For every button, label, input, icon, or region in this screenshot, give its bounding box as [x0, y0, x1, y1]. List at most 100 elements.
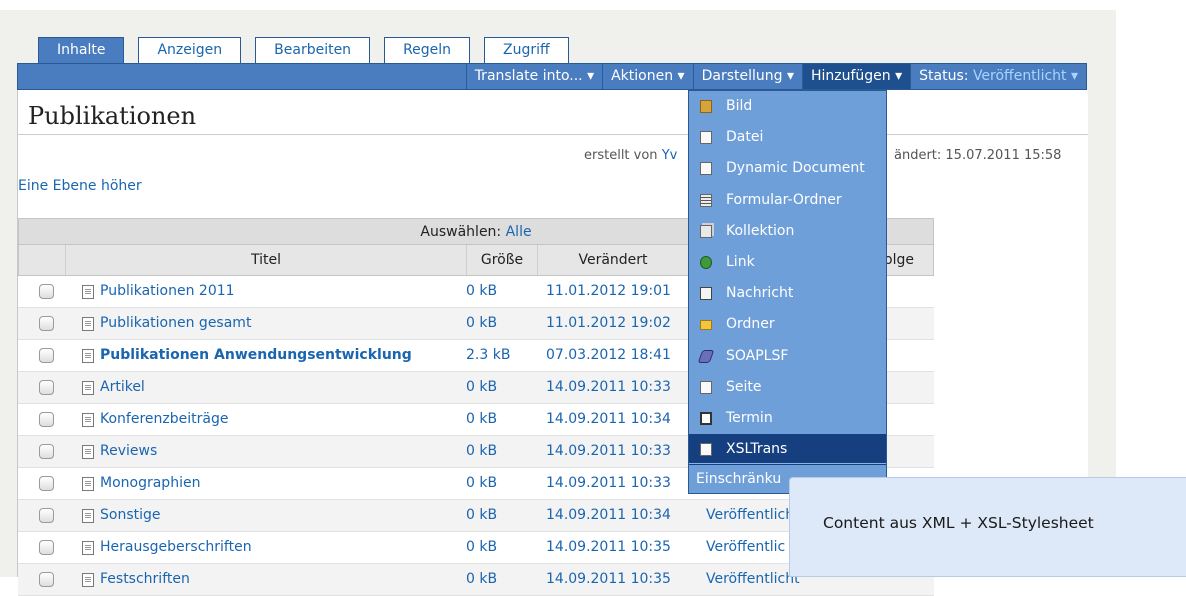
- row-checkbox[interactable]: [39, 284, 54, 299]
- author-link[interactable]: Yv: [662, 148, 678, 163]
- row-size-link[interactable]: 0 kB: [466, 283, 497, 299]
- row-title-link[interactable]: Publikationen 2011: [100, 283, 235, 299]
- document-icon: [82, 573, 94, 587]
- row-size-link[interactable]: 0 kB: [466, 475, 497, 491]
- header-title[interactable]: Titel: [66, 245, 467, 275]
- row-title-link[interactable]: Publikationen gesamt: [100, 315, 251, 331]
- dropdown-item-dynamic-document[interactable]: Dynamic Document: [689, 153, 886, 184]
- row-title-cell: Publikationen Anwendungsentwicklung: [100, 340, 460, 371]
- hinzufuegen-menu[interactable]: Hinzufügen ▾: [801, 64, 911, 89]
- row-date-link[interactable]: 14.09.2011 10:33: [546, 475, 671, 491]
- row-date: 07.03.2012 18:41: [546, 340, 696, 371]
- row-date-link[interactable]: 14.09.2011 10:35: [546, 539, 671, 555]
- tab-anzeigen[interactable]: Anzeigen: [138, 37, 242, 63]
- tab-zugriff[interactable]: Zugriff: [484, 37, 569, 63]
- row-checkbox[interactable]: [39, 540, 54, 555]
- row-size-link[interactable]: 0 kB: [466, 507, 497, 523]
- dropdown-item-label: Formular-Ordner: [726, 191, 842, 208]
- row-date-link[interactable]: 14.09.2011 10:33: [546, 379, 671, 395]
- row-date-link[interactable]: 11.01.2012 19:01: [546, 283, 671, 299]
- content-action-bar: Translate into... ▾ Aktionen ▾ Darstellu…: [17, 63, 1087, 90]
- row-date-link[interactable]: 14.09.2011 10:34: [546, 411, 671, 427]
- news-icon: [700, 287, 712, 301]
- row-date: 14.09.2011 10:35: [546, 532, 696, 563]
- row-date: 14.09.2011 10:34: [546, 404, 696, 435]
- row-title-link[interactable]: Sonstige: [100, 507, 161, 523]
- file-icon: [700, 131, 712, 145]
- page-icon: [700, 380, 712, 394]
- row-title-link[interactable]: Publikationen Anwendungsentwicklung: [100, 347, 412, 363]
- status-menu[interactable]: Status: Veröffentlicht ▾: [910, 64, 1086, 89]
- row-date-link[interactable]: 07.03.2012 18:41: [546, 347, 671, 363]
- tab-inhalte[interactable]: Inhalte: [38, 37, 125, 63]
- dropdown-item-soaplsf[interactable]: SOAPLSF: [689, 341, 886, 372]
- dropdown-item-termin[interactable]: Termin: [689, 403, 886, 434]
- row-checkbox[interactable]: [39, 508, 54, 523]
- row-title-link[interactable]: Herausgeberschriften: [100, 539, 252, 555]
- dropdown-item-ordner[interactable]: Ordner: [689, 309, 886, 340]
- row-checkbox[interactable]: [39, 444, 54, 459]
- row-title-link[interactable]: Reviews: [100, 443, 157, 459]
- row-title-link[interactable]: Konferenzbeiträge: [100, 411, 228, 427]
- page-title: Publikationen: [28, 102, 197, 130]
- darstellung-menu[interactable]: Darstellung ▾: [692, 64, 802, 89]
- event-icon: [700, 411, 712, 425]
- document-icon: [82, 509, 94, 523]
- row-title-link[interactable]: Festschriften: [100, 571, 190, 587]
- header-changed[interactable]: Verändert: [538, 245, 689, 275]
- status-value: Veröffentlicht ▾: [972, 68, 1078, 84]
- row-checkbox[interactable]: [39, 316, 54, 331]
- tab-regeln[interactable]: Regeln: [384, 37, 471, 63]
- up-one-level-link[interactable]: Eine Ebene höher: [18, 178, 142, 194]
- row-size-link[interactable]: 0 kB: [466, 315, 497, 331]
- tab-bearbeiten[interactable]: Bearbeiten: [255, 37, 371, 63]
- row-checkbox[interactable]: [39, 380, 54, 395]
- dropdown-item-label: SOAPLSF: [726, 347, 789, 364]
- dropdown-item-kollektion[interactable]: Kollektion: [689, 216, 886, 247]
- row-date-link[interactable]: 11.01.2012 19:02: [546, 315, 671, 331]
- row-title-link[interactable]: Monographien: [100, 475, 200, 491]
- dropdown-item-xsltrans[interactable]: XSLTrans: [689, 434, 886, 466]
- row-status-link[interactable]: Veröffentlicht: [706, 571, 800, 587]
- row-checkbox[interactable]: [39, 476, 54, 491]
- tooltip: Content aus XML + XSL-Stylesheet: [789, 477, 1186, 577]
- dropdown-item-label: Ordner: [726, 316, 775, 333]
- row-size-link[interactable]: 0 kB: [466, 539, 497, 555]
- row-status-link[interactable]: Veröffentlic: [706, 539, 785, 555]
- select-all-link[interactable]: Alle: [506, 224, 532, 240]
- dropdown-item-nachricht[interactable]: Nachricht: [689, 278, 886, 309]
- row-size-link[interactable]: 0 kB: [466, 411, 497, 427]
- row-checkbox[interactable]: [39, 348, 54, 363]
- row-size-link[interactable]: 0 kB: [466, 379, 497, 395]
- form-folder-icon: [700, 193, 712, 207]
- dropdown-item-bild[interactable]: Bild: [689, 91, 886, 122]
- row-size-link[interactable]: 0 kB: [466, 571, 497, 587]
- row-date-link[interactable]: 14.09.2011 10:35: [546, 571, 671, 587]
- row-date: 14.09.2011 10:33: [546, 372, 696, 403]
- row-title-cell: Sonstige: [100, 500, 460, 531]
- row-size-link[interactable]: 2.3 kB: [466, 347, 510, 363]
- dropdown-item-seite[interactable]: Seite: [689, 372, 886, 403]
- row-status-link[interactable]: Veröffentlich: [706, 507, 794, 523]
- status-label: Status:: [919, 68, 969, 84]
- row-size-link[interactable]: 0 kB: [466, 443, 497, 459]
- document-icon: [700, 162, 712, 176]
- document-icon: [82, 445, 94, 459]
- row-size: 0 kB: [466, 276, 536, 307]
- dropdown-item-formular-ordner[interactable]: Formular-Ordner: [689, 185, 886, 216]
- row-checkbox[interactable]: [39, 412, 54, 427]
- dropdown-item-datei[interactable]: Datei: [689, 122, 886, 153]
- add-new-dropdown: Bild Datei Dynamic Document Formular-Ordner…: [688, 90, 887, 494]
- row-size: 0 kB: [466, 308, 536, 339]
- row-date-link[interactable]: 14.09.2011 10:33: [546, 443, 671, 459]
- row-title-link[interactable]: Artikel: [100, 379, 145, 395]
- dropdown-item-link[interactable]: Link: [689, 247, 886, 278]
- select-label: Auswählen:: [420, 224, 502, 240]
- header-size[interactable]: Größe: [467, 245, 538, 275]
- row-date-link[interactable]: 14.09.2011 10:34: [546, 507, 671, 523]
- aktionen-menu[interactable]: Aktionen ▾: [602, 64, 692, 89]
- header-checkbox-col: [19, 245, 66, 275]
- row-checkbox[interactable]: [39, 572, 54, 587]
- translate-menu[interactable]: Translate into... ▾: [465, 64, 602, 89]
- row-title-cell: Artikel: [100, 372, 460, 403]
